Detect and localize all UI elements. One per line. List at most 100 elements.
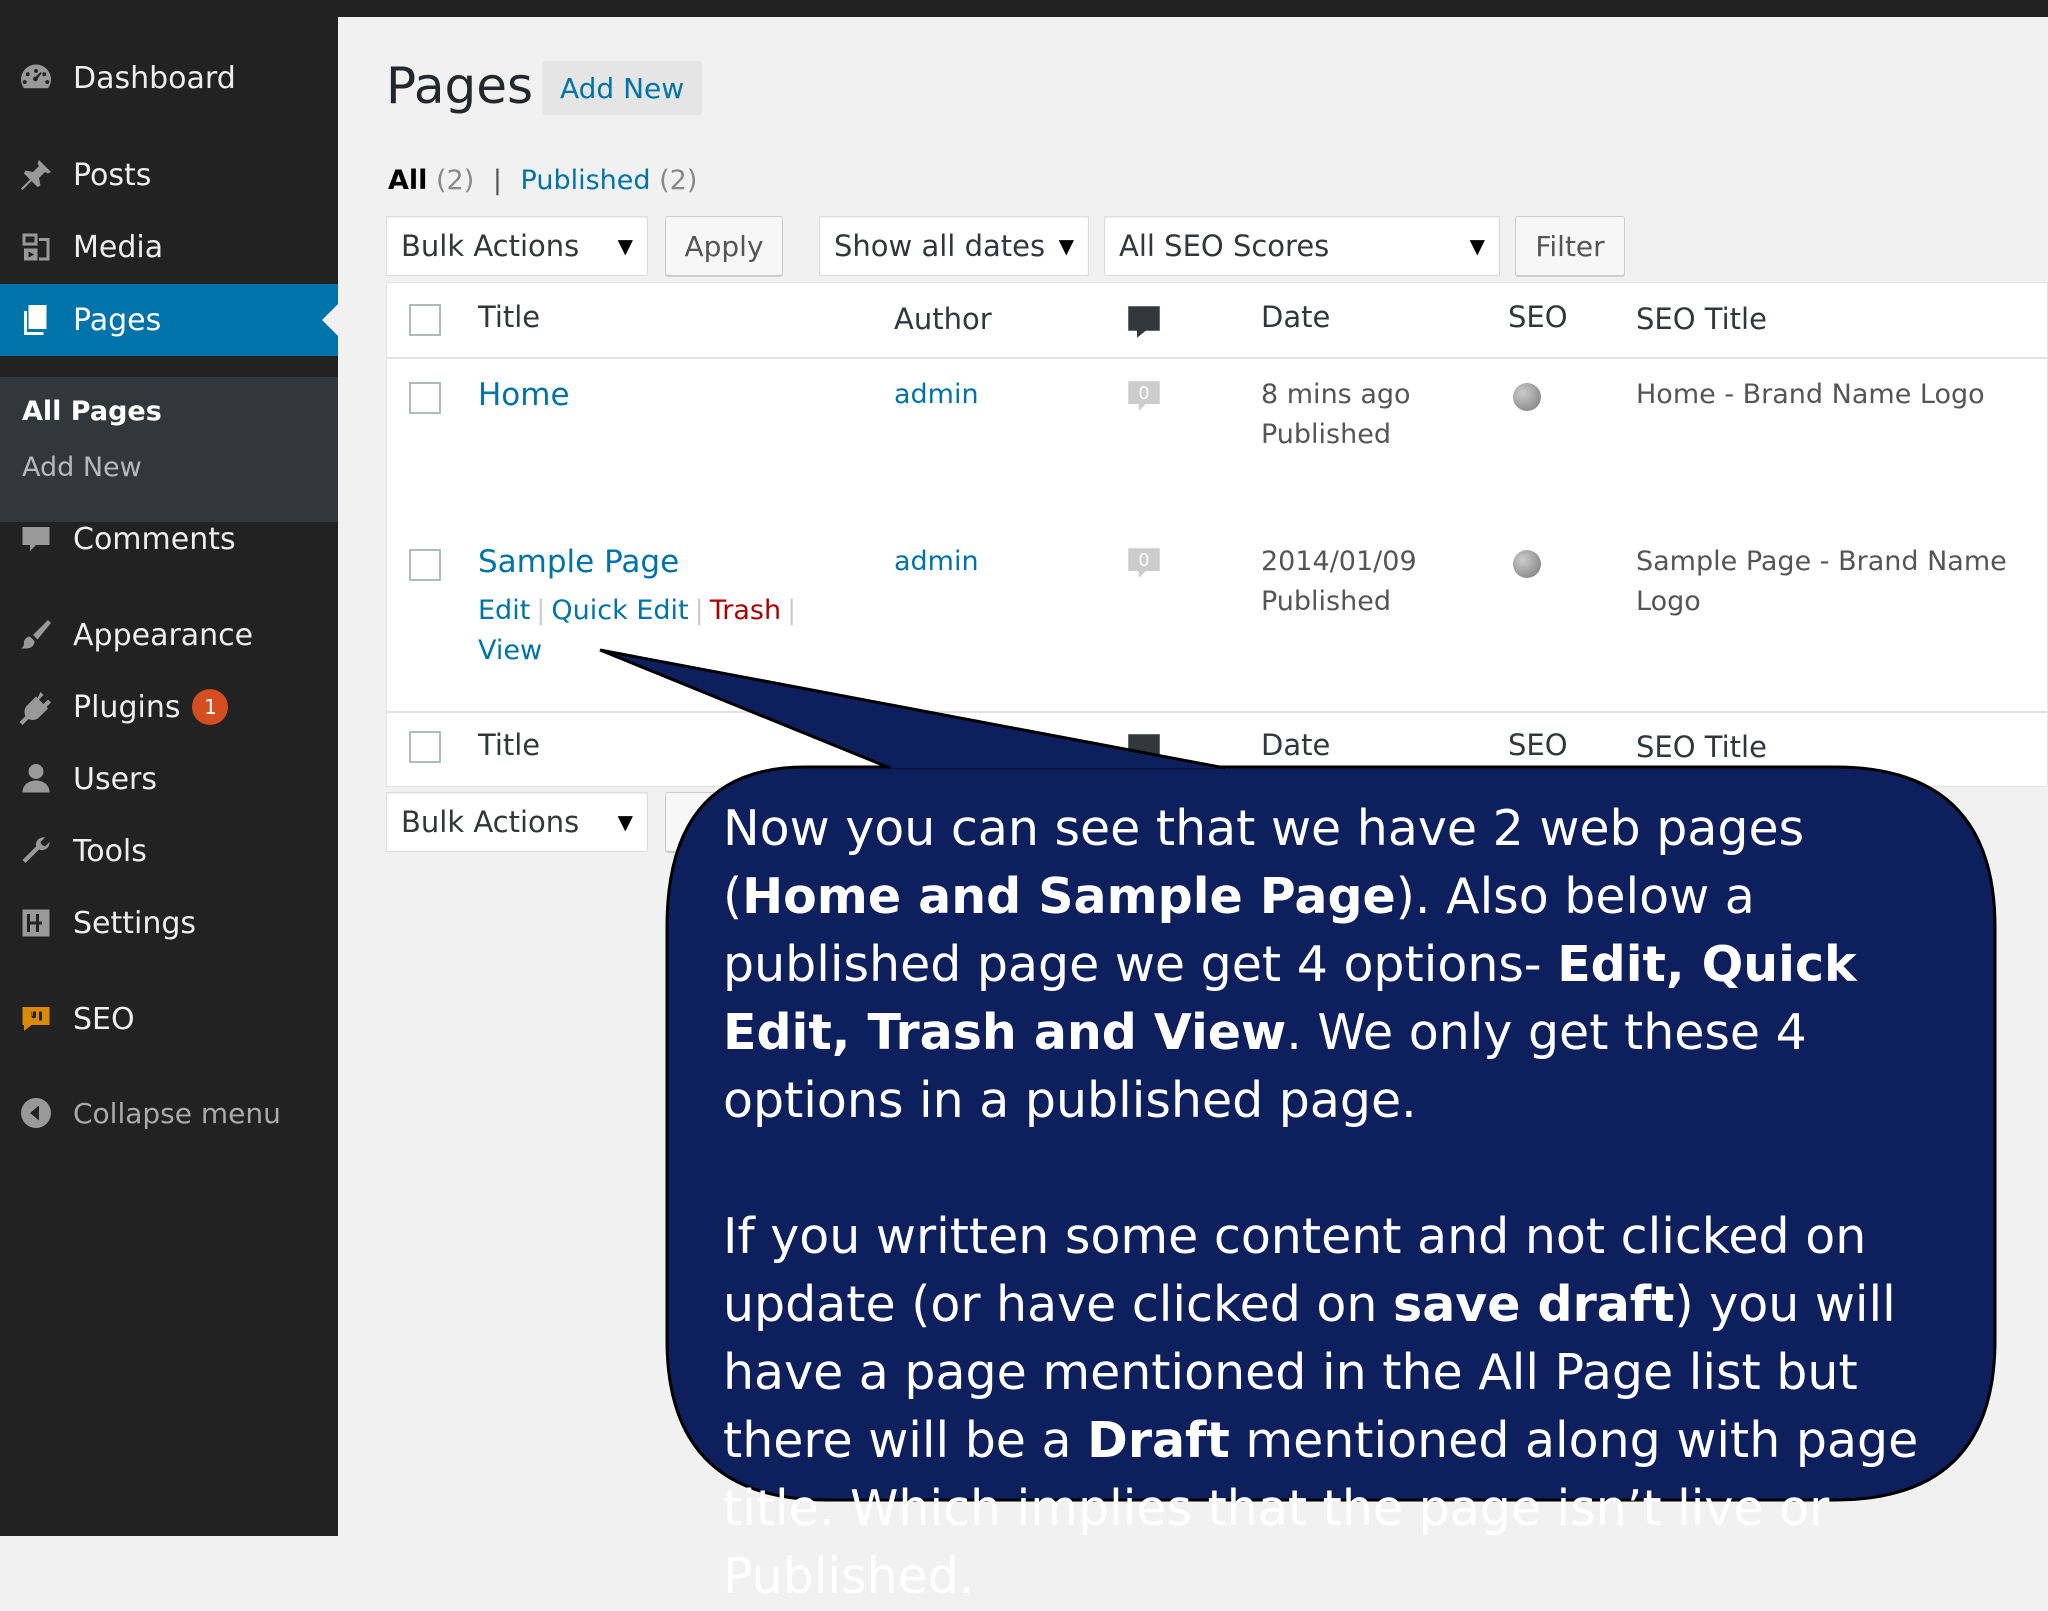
author-link[interactable]: admin — [894, 542, 979, 582]
row-checkbox[interactable] — [409, 382, 441, 414]
status-filter-links: All (2) | Published (2) — [388, 165, 697, 196]
apply-button[interactable]: Apply — [665, 216, 783, 276]
column-header-date[interactable]: Date — [1261, 300, 1330, 334]
comment-count: 0 — [1138, 384, 1149, 404]
submenu-all-pages[interactable]: All Pages — [22, 396, 162, 427]
date-value: 2014/01/09 — [1261, 546, 1417, 577]
action-separator: | — [694, 595, 704, 626]
callout-text-segment: Home and Sample Page — [742, 868, 1396, 925]
footer-header-title[interactable]: Title — [478, 728, 540, 762]
sidebar-item-label: Tools — [73, 833, 147, 869]
sidebar-item-tools[interactable]: Tools — [0, 815, 338, 887]
seo-scores-select[interactable]: All SEO Scores ▼ — [1104, 216, 1500, 276]
chevron-down-icon: ▼ — [1469, 234, 1485, 258]
callout-text: Now you can see that we have 2 web pages… — [723, 795, 1973, 1611]
sidebar-item-label: Appearance — [73, 617, 254, 653]
chevron-down-icon: ▼ — [1058, 234, 1074, 258]
footer-header-date[interactable]: Date — [1261, 728, 1330, 762]
seo-score-indicator — [1513, 550, 1541, 578]
plug-icon — [16, 687, 56, 727]
footer-header-seo-title[interactable]: SEO Title — [1636, 730, 1767, 764]
collapse-menu-label: Collapse menu — [73, 1096, 281, 1130]
bulk-actions-value: Bulk Actions — [401, 805, 580, 839]
sidebar-item-label: Users — [73, 761, 158, 797]
column-header-seo-title[interactable]: SEO Title — [1636, 302, 1767, 336]
sidebar-item-label: Plugins — [73, 689, 181, 725]
sidebar-item-label: Pages — [73, 302, 162, 338]
filter-all-count: (2) — [436, 165, 475, 196]
sidebar-item-users[interactable]: Users — [0, 743, 338, 815]
filter-button[interactable]: Filter — [1515, 216, 1625, 276]
filter-separator: | — [492, 165, 502, 196]
date-value: 8 mins ago — [1261, 379, 1411, 410]
admin-sidebar: Dashboard Posts Media Pages All Pages Ad… — [0, 17, 338, 1536]
pages-icon — [16, 300, 56, 340]
callout-paragraph-2: If you written some content and not clic… — [723, 1203, 1973, 1611]
seo-scores-value: All SEO Scores — [1119, 229, 1330, 263]
user-icon — [16, 759, 56, 799]
comment-count: 0 — [1138, 551, 1149, 571]
column-header-author: Author — [894, 302, 992, 336]
page-title-link-sample-page[interactable]: Sample Page — [478, 544, 679, 580]
pages-table: Title Author Date SEO SEO Title Home adm… — [386, 282, 2048, 787]
footer-divider — [387, 711, 2048, 713]
page-title: Pages — [386, 57, 534, 115]
trash-link[interactable]: Trash — [710, 595, 781, 626]
bulk-actions-select[interactable]: Bulk Actions ▼ — [386, 216, 648, 276]
submenu-add-new[interactable]: Add New — [22, 452, 142, 483]
select-all-checkbox[interactable] — [409, 304, 441, 336]
filter-all-link[interactable]: All — [388, 165, 427, 196]
sidebar-item-label: Comments — [73, 521, 236, 557]
sidebar-item-media[interactable]: Media — [0, 211, 338, 283]
sidebar-item-posts[interactable]: Posts — [0, 139, 338, 211]
column-header-title[interactable]: Title — [478, 300, 540, 334]
comment-count-bubble[interactable]: 0 — [1122, 376, 1166, 418]
comments-column-icon[interactable] — [1122, 301, 1166, 343]
date-status: Published — [1261, 419, 1391, 450]
sidebar-item-appearance[interactable]: Appearance — [0, 599, 338, 671]
row-checkbox[interactable] — [409, 549, 441, 581]
sidebar-item-plugins[interactable]: Plugins 1 — [0, 671, 338, 743]
chevron-down-icon: ▼ — [617, 810, 633, 834]
author-link[interactable]: admin — [894, 375, 979, 415]
comment-icon — [16, 519, 56, 559]
sidebar-item-seo[interactable]: SEO — [0, 983, 338, 1055]
column-header-seo[interactable]: SEO — [1508, 300, 1568, 334]
media-icon — [16, 227, 56, 267]
page-title-link-home[interactable]: Home — [478, 377, 570, 413]
bulk-actions-select-bottom[interactable]: Bulk Actions ▼ — [386, 792, 648, 852]
admin-bar — [0, 0, 2048, 17]
add-new-page-button[interactable]: Add New — [542, 61, 703, 115]
apply-button-bottom[interactable] — [665, 792, 725, 852]
comment-count-bubble[interactable]: 0 — [1122, 543, 1166, 585]
footer-header-seo[interactable]: SEO — [1508, 728, 1568, 762]
sidebar-item-label: SEO — [73, 1001, 135, 1037]
collapse-menu-button[interactable]: Collapse menu — [0, 1077, 338, 1149]
sidebar-item-label: Settings — [73, 905, 197, 941]
select-all-checkbox-footer[interactable] — [409, 731, 441, 763]
sidebar-item-pages[interactable]: Pages — [0, 284, 338, 356]
bulk-actions-value: Bulk Actions — [401, 229, 580, 263]
callout-text-segment: save draft — [1393, 1276, 1675, 1333]
chevron-down-icon: ▼ — [617, 234, 633, 258]
sidebar-item-dashboard[interactable]: Dashboard — [0, 42, 338, 114]
sidebar-item-settings[interactable]: Settings — [0, 887, 338, 959]
callout-paragraph-1: Now you can see that we have 2 web pages… — [723, 795, 1973, 1135]
edit-link[interactable]: Edit — [478, 595, 530, 626]
brush-icon — [16, 615, 56, 655]
view-link[interactable]: View — [478, 635, 542, 666]
sidebar-item-label: Dashboard — [73, 60, 236, 96]
comments-column-icon[interactable] — [1122, 729, 1166, 771]
sidebar-item-comments[interactable]: Comments — [0, 503, 338, 575]
filter-published-link[interactable]: Published — [521, 165, 651, 196]
seo-title-cell: Home - Brand Name Logo — [1636, 379, 1985, 410]
dates-filter-select[interactable]: Show all dates ▼ — [819, 216, 1089, 276]
action-separator: | — [536, 595, 546, 626]
pages-submenu: All Pages Add New — [0, 377, 338, 522]
quick-edit-link[interactable]: Quick Edit — [551, 595, 688, 626]
seo-icon — [16, 999, 56, 1039]
header-divider — [387, 357, 2048, 359]
dashboard-icon — [16, 58, 56, 98]
seo-title-cell: Sample Page - Brand Name Logo — [1636, 546, 2007, 617]
